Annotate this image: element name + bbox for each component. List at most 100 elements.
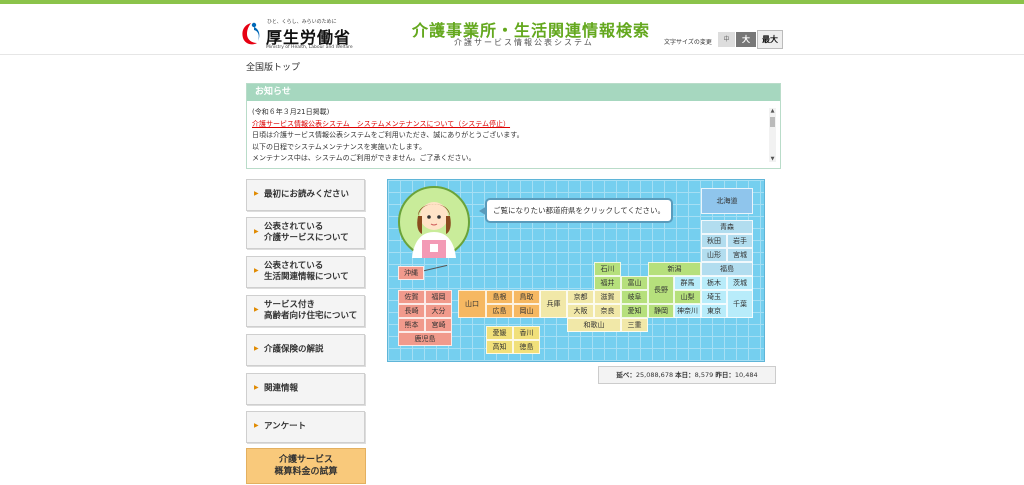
speech-bubble: ご覧になりたい都道府県をクリックしてください。 [485,198,673,223]
sidebar-item-label: 介護保険の解説 [264,344,324,355]
notice-scrollbar[interactable]: ▲ ▼ [769,108,776,162]
pref-tottori[interactable]: 鳥取 [513,290,540,304]
access-counter: 延べ：25,088,678 本日：8,579 昨日：10,484 [598,366,776,384]
arrow-right-icon: ▶ [254,228,259,235]
pref-shizuoka[interactable]: 静岡 [648,304,674,318]
pref-aomori[interactable]: 青森 [701,220,753,234]
sidebar-item-living-info[interactable]: ▶ 公表されている 生活関連情報について [246,256,365,288]
cost-estimate-button[interactable]: 介護サービス 概算料金の試算 [246,448,366,484]
scroll-thumb[interactable] [770,117,775,127]
notice-line: 日頃は介護サービス情報公表システムをご利用いただき、誠にありがとうございます。 [252,131,524,139]
scroll-down-icon[interactable]: ▼ [769,156,776,162]
arrow-right-icon: ▶ [254,422,259,429]
pref-ibaraki[interactable]: 茨城 [727,276,753,290]
arrow-right-icon: ▶ [254,267,259,274]
font-size-medium-button[interactable]: 大 [736,32,756,47]
pref-gunma[interactable]: 群馬 [674,276,701,290]
pref-niigata[interactable]: 新潟 [648,262,701,276]
japan-map: ご覧になりたい都道府県をクリックしてください。 北海道 青森 秋田 岩手 山形 … [387,179,765,362]
pref-saitama[interactable]: 埼玉 [701,290,727,304]
pref-kochi[interactable]: 高知 [486,340,513,354]
pref-miyagi[interactable]: 宮城 [727,248,753,262]
pref-iwate[interactable]: 岩手 [727,234,753,248]
sidebar-item-label: 公表されている 介護サービスについて [264,222,349,243]
pref-kanagawa[interactable]: 神奈川 [674,304,701,318]
pref-okayama[interactable]: 岡山 [513,304,540,318]
mhlw-logo[interactable]: ひと、くらし、みらいのために 厚生労働省 Ministry of Health,… [240,18,353,52]
counter-total-label: 延べ： [616,371,636,379]
pref-toyama[interactable]: 富山 [621,276,648,290]
sidebar-item-label: 公表されている 生活関連情報について [264,261,349,282]
pref-ehime[interactable]: 愛媛 [486,326,513,340]
logo-english-name: Ministry of Health, Labour and Welfare [266,45,353,50]
notice-link[interactable]: 介護サービス情報公表システム システムメンテナンスについて（システム停止） [252,119,762,131]
notice-title: お知らせ [247,84,780,101]
pref-aichi[interactable]: 愛知 [621,304,648,318]
counter-yesterday-label: 昨日： [715,371,735,379]
pref-miyazaki[interactable]: 宮崎 [425,318,452,332]
pref-tochigi[interactable]: 栃木 [701,276,727,290]
pref-shiga[interactable]: 滋賀 [594,290,621,304]
pref-chiba[interactable]: 千葉 [727,290,753,318]
pref-shimane[interactable]: 島根 [486,290,513,304]
sidebar-item-senior-housing[interactable]: ▶ サービス付き 高齢者向け住宅について [246,295,365,327]
pref-ishikawa[interactable]: 石川 [594,262,621,276]
sidebar-item-label: アンケート [264,421,307,432]
pref-osaka[interactable]: 大阪 [567,304,594,318]
pref-hokkaido[interactable]: 北海道 [701,188,753,214]
pref-nara[interactable]: 奈良 [594,304,621,318]
notice-line: メンテナンス中は、システムのご利用ができません。ご了承ください。 [252,154,476,162]
counter-yesterday-value: 10,484 [734,371,758,379]
pref-kagoshima[interactable]: 鹿児島 [398,332,452,346]
font-size-large-button[interactable]: 最大 [757,30,783,49]
notice-body: (令和６年３月21日掲載) 介護サービス情報公表システム システムメンテナンスに… [252,107,762,163]
pref-tokyo[interactable]: 東京 [701,304,727,318]
guide-girl-icon [398,186,470,258]
pref-kagawa[interactable]: 香川 [513,326,540,340]
arrow-right-icon: ▶ [254,384,259,391]
pref-akita[interactable]: 秋田 [701,234,727,248]
sidebar-item-related-info[interactable]: ▶ 関連情報 [246,373,365,405]
site-header: ひと、くらし、みらいのために 厚生労働省 Ministry of Health,… [0,4,1024,52]
pref-yamaguchi[interactable]: 山口 [458,290,486,318]
sidebar-item-read-first[interactable]: ▶ 最初にお読みください [246,179,365,211]
arrow-right-icon: ▶ [254,190,259,197]
scroll-up-icon[interactable]: ▲ [769,108,776,114]
notice-date: (令和６年３月21日掲載) [252,108,330,116]
font-size-small-button[interactable]: 中 [718,32,735,47]
pref-kumamoto[interactable]: 熊本 [398,318,425,332]
pref-fukuoka[interactable]: 福岡 [425,290,452,304]
sidebar-item-care-services[interactable]: ▶ 公表されている 介護サービスについて [246,217,365,249]
sidebar-item-label: 最初にお読みください [264,189,350,200]
pref-fukui[interactable]: 福井 [594,276,621,290]
pref-hiroshima[interactable]: 広島 [486,304,513,318]
mhlw-logo-icon [242,22,260,45]
pref-gifu[interactable]: 岐阜 [621,290,648,304]
pref-okinawa[interactable]: 沖縄 [398,266,424,280]
pref-nagano[interactable]: 長野 [648,276,674,304]
notice-line: 以下の日程でシステムメンテナンスを実施いたします。 [252,142,426,151]
sidebar-item-label: 関連情報 [264,383,299,394]
pref-hyogo[interactable]: 兵庫 [540,290,567,318]
pref-kyoto[interactable]: 京都 [567,290,594,304]
pref-saga[interactable]: 佐賀 [398,290,425,304]
notice-panel: お知らせ (令和６年３月21日掲載) 介護サービス情報公表システム システムメン… [246,83,781,169]
sidebar-item-label: サービス付き 高齢者向け住宅について [264,300,358,321]
site-subtitle: 介護サービス情報公表システム [454,38,594,47]
breadcrumb[interactable]: 全国版トップ [246,60,300,73]
font-size-label: 文字サイズの変更 [664,39,712,46]
pref-yamagata[interactable]: 山形 [701,248,727,262]
pref-wakayama[interactable]: 和歌山 [567,318,621,332]
pref-yamanashi[interactable]: 山梨 [674,290,701,304]
counter-today-value: 8,579 [694,371,714,379]
sidebar-item-insurance-guide[interactable]: ▶ 介護保険の解説 [246,334,365,366]
pref-tokushima[interactable]: 徳島 [513,340,540,354]
header-divider [0,54,1024,55]
counter-total-value: 25,088,678 [635,371,674,379]
pref-nagasaki[interactable]: 長崎 [398,304,425,318]
arrow-right-icon: ▶ [254,345,259,352]
sidebar-item-survey[interactable]: ▶ アンケート [246,411,365,443]
pref-fukushima[interactable]: 福島 [701,262,753,276]
pref-mie[interactable]: 三重 [621,318,648,332]
pref-oita[interactable]: 大分 [425,304,452,318]
